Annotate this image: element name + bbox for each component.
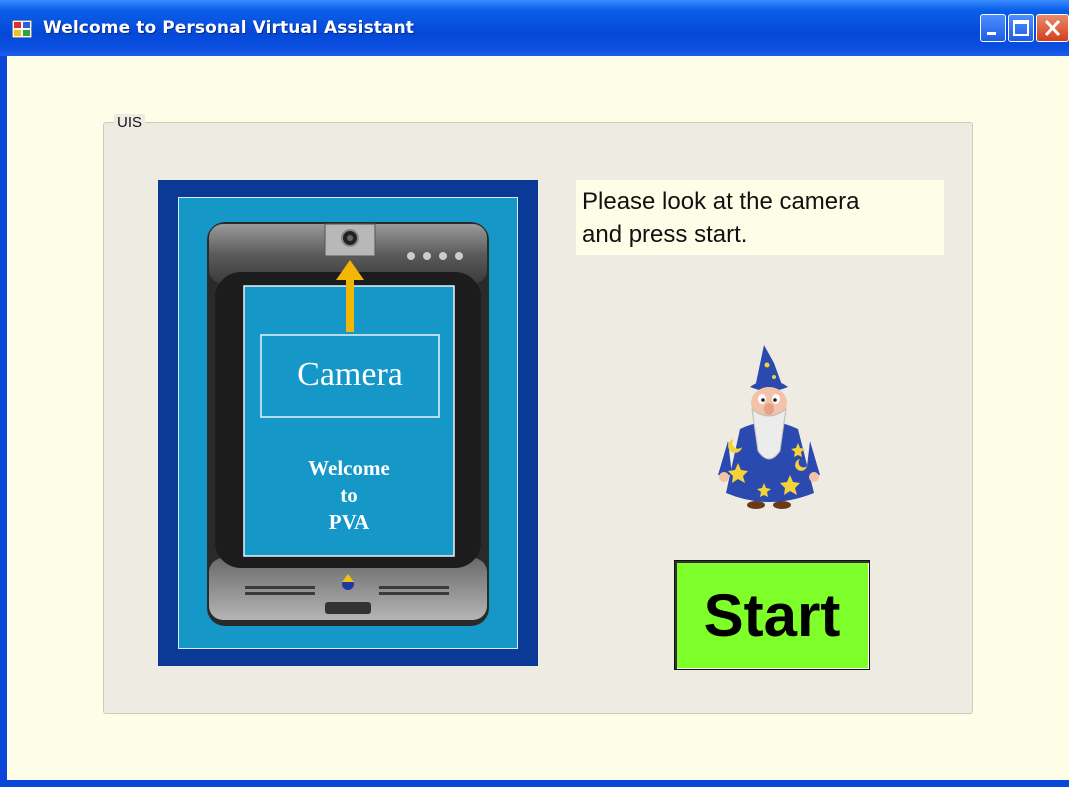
group-label: UIS [114, 114, 146, 131]
instruction-line-1: Please look at the camera [582, 188, 860, 215]
maximize-icon [1013, 20, 1029, 36]
instruction-text: Please look at the camera and press star… [576, 180, 944, 255]
start-button[interactable]: Start [674, 560, 870, 670]
instruction-line-2: and press start. [582, 221, 748, 248]
wizard-icon [718, 345, 820, 509]
title-bar[interactable]: Welcome to Personal Virtual Assistant [0, 0, 1069, 56]
maximize-button[interactable] [1008, 14, 1034, 42]
minimize-icon [987, 32, 996, 35]
welcome-line-1: Welcome [308, 456, 390, 480]
client-area: UIS Camera Welcome to PVA Please look at… [7, 56, 1069, 780]
tablet-device-image [207, 222, 489, 626]
minimize-button[interactable] [980, 14, 1006, 42]
welcome-line-3: PVA [328, 510, 370, 534]
device-image-frame: Camera Welcome to PVA [158, 180, 538, 666]
window-bottom-border [0, 780, 1069, 787]
close-icon [1044, 19, 1061, 37]
camera-label: Camera [297, 356, 403, 393]
welcome-line-2: to [340, 483, 358, 507]
app-window: Welcome to Personal Virtual Assistant UI… [0, 0, 1069, 787]
window-title: Welcome to Personal Virtual Assistant [43, 18, 415, 38]
uis-groupbox: UIS Camera Welcome to PVA Please look at… [103, 114, 973, 714]
close-button[interactable] [1036, 14, 1069, 42]
app-window-icon [12, 20, 32, 38]
device-image-panel: Camera Welcome to PVA [178, 197, 518, 649]
